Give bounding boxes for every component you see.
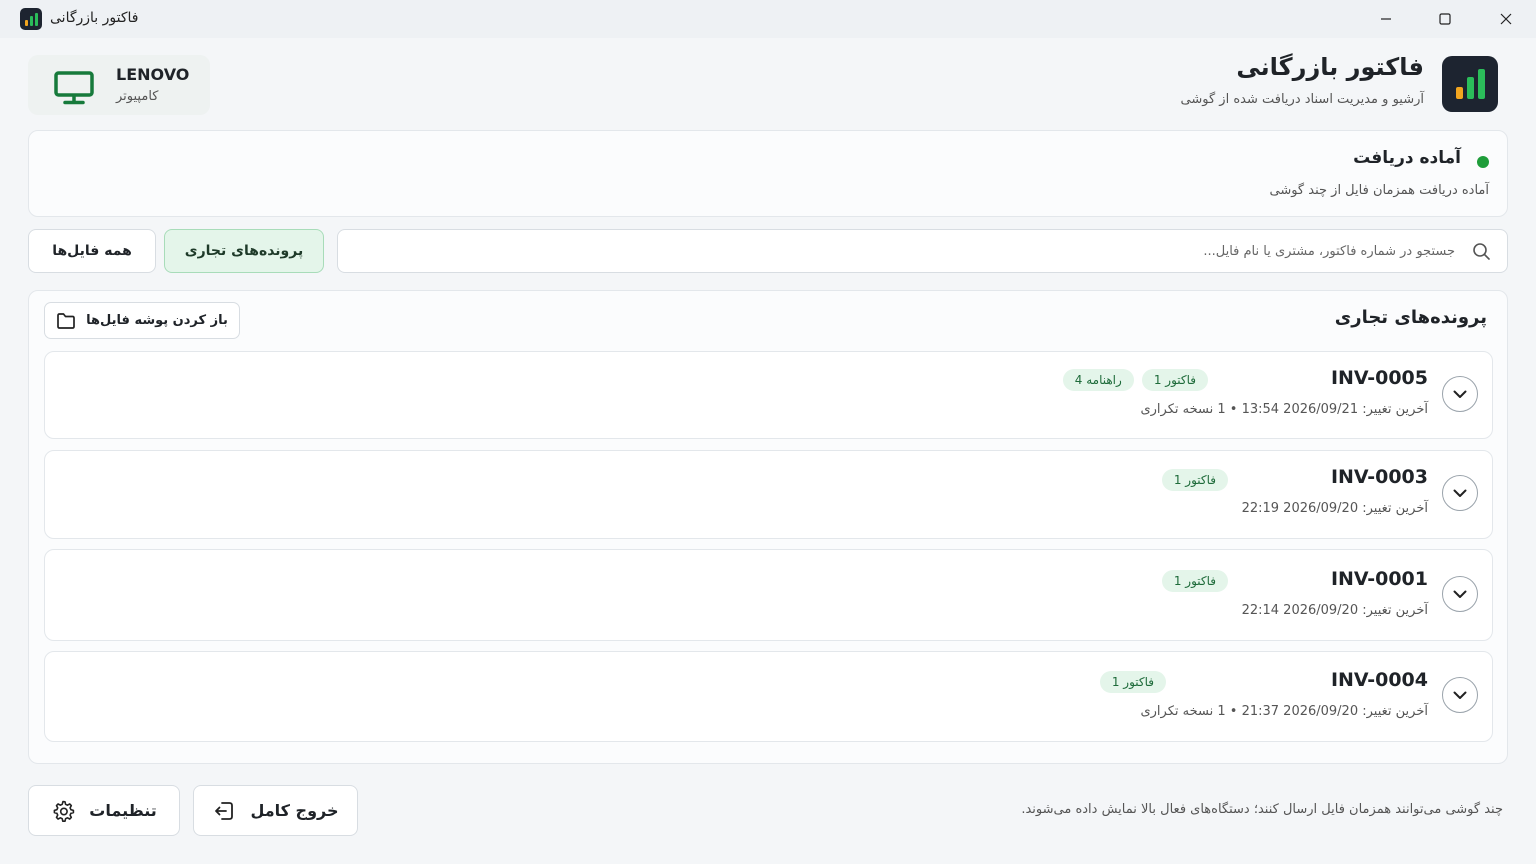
device-name: LENOVO: [116, 65, 190, 84]
minimize-icon: [1381, 18, 1391, 20]
panel-title: پرونده‌های تجاری: [1334, 307, 1487, 328]
status-dot-icon: [1477, 156, 1489, 168]
search-input[interactable]: [455, 239, 1455, 263]
chevron-down-icon: [1453, 489, 1467, 497]
expand-button[interactable]: [1442, 376, 1478, 412]
search-box: [337, 229, 1508, 273]
tab-all-files[interactable]: همه فایل‌ها: [28, 229, 156, 273]
list-item[interactable]: INV-0003 آخرین تغییر: 2026/09/20 22:19 ف…: [44, 450, 1493, 539]
folder-icon: [57, 312, 75, 329]
chevron-down-icon: [1453, 590, 1467, 598]
invoice-meta: آخرین تغییر: 2026/09/20 22:14: [1241, 603, 1428, 618]
maximize-icon: [1439, 13, 1451, 25]
open-folder-label: باز کردن پوشه فایل‌ها: [86, 313, 228, 328]
chevron-down-icon: [1453, 390, 1467, 398]
exit-label: خروج کامل: [250, 801, 339, 820]
status-subtitle: آماده دریافت همزمان فایل از چند گوشی: [1269, 183, 1489, 198]
invoice-badge: فاکتور 1: [1161, 570, 1228, 592]
app-title: فاکتور بازرگانی: [1236, 53, 1424, 81]
gear-icon: [53, 800, 75, 822]
close-icon: [1500, 13, 1512, 25]
invoice-number: INV-0004: [1330, 669, 1428, 691]
badge-group: فاکتور 1: [1099, 671, 1166, 693]
exit-button[interactable]: خروج کامل: [193, 785, 358, 836]
app-icon: [20, 8, 42, 30]
waybill-badge: راهنامه 4: [1062, 369, 1134, 391]
list-item[interactable]: INV-0001 آخرین تغییر: 2026/09/20 22:14 ف…: [44, 549, 1493, 641]
device-card: LENOVO کامپیوتر: [28, 55, 210, 115]
search-icon: [1473, 243, 1490, 260]
badge-group: فاکتور 1: [1161, 469, 1228, 491]
invoice-number: INV-0001: [1330, 568, 1428, 590]
close-button[interactable]: [1476, 0, 1536, 38]
invoice-badge: فاکتور 1: [1161, 469, 1228, 491]
open-folder-button[interactable]: باز کردن پوشه فایل‌ها: [44, 302, 240, 339]
business-files-panel: پرونده‌های تجاری باز کردن پوشه فایل‌ها I…: [28, 290, 1508, 764]
chevron-down-icon: [1453, 691, 1467, 699]
invoice-badge: فاکتور 1: [1141, 369, 1208, 391]
logout-icon: [215, 801, 234, 820]
badge-group: فاکتور 1 راهنامه 4: [1062, 369, 1208, 391]
badge-group: فاکتور 1: [1161, 570, 1228, 592]
list-item[interactable]: INV-0004 آخرین تغییر: 2026/09/20 21:37 •…: [44, 651, 1493, 742]
title-bar: فاکتور بازرگانی: [0, 0, 1536, 38]
status-card: آماده دریافت آماده دریافت همزمان فایل از…: [28, 130, 1508, 217]
expand-button[interactable]: [1442, 677, 1478, 713]
app-logo: [1442, 56, 1498, 112]
window-title: فاکتور بازرگانی: [50, 10, 139, 26]
status-title: آماده دریافت: [1353, 148, 1461, 168]
expand-button[interactable]: [1442, 475, 1478, 511]
invoice-meta: آخرین تغییر: 2026/09/20 21:37 • 1 نسخه ت…: [1140, 704, 1428, 719]
invoice-meta: آخرین تغییر: 2026/09/21 13:54 • 1 نسخه ت…: [1140, 402, 1428, 417]
invoice-meta: آخرین تغییر: 2026/09/20 22:19: [1241, 501, 1428, 516]
list-item[interactable]: INV-0005 آخرین تغییر: 2026/09/21 13:54 •…: [44, 351, 1493, 439]
footer-note: چند گوشی می‌توانند همزمان فایل ارسال کنن…: [1021, 802, 1503, 817]
settings-button[interactable]: تنظیمات: [28, 785, 180, 836]
device-type: کامپیوتر: [116, 89, 159, 104]
invoice-number: INV-0003: [1330, 466, 1428, 488]
invoice-number: INV-0005: [1330, 367, 1428, 389]
app-subtitle: آرشیو و مدیریت اسناد دریافت شده از گوشی: [1180, 92, 1424, 107]
tab-business-files[interactable]: پرونده‌های تجاری: [164, 229, 324, 273]
monitor-icon: [54, 71, 94, 105]
invoice-badge: فاکتور 1: [1099, 671, 1166, 693]
expand-button[interactable]: [1442, 576, 1478, 612]
minimize-button[interactable]: [1356, 0, 1416, 38]
settings-label: تنظیمات: [89, 801, 157, 820]
maximize-button[interactable]: [1415, 0, 1475, 38]
